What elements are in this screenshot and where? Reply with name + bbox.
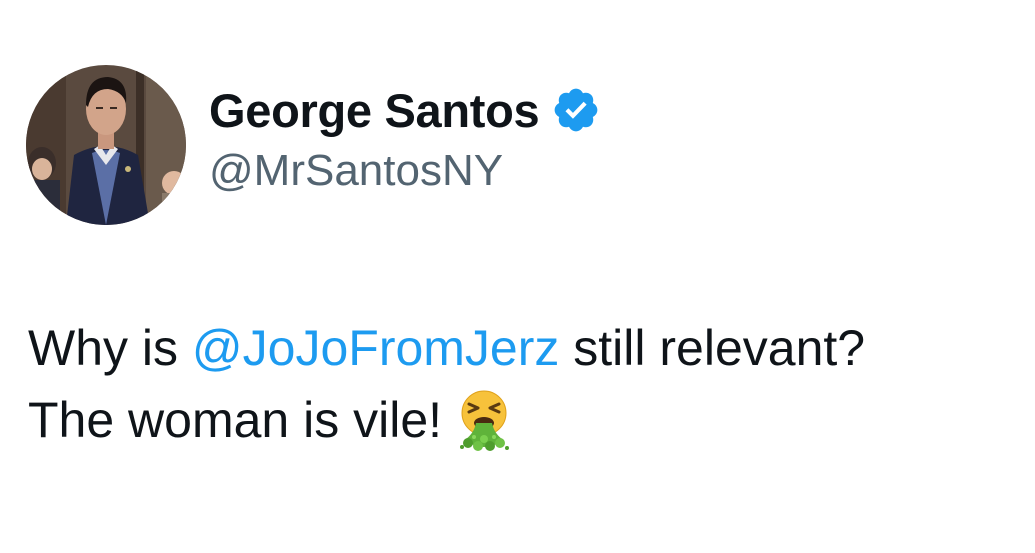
tweet-text-suffix: still relevant? [559, 320, 866, 376]
tweet-line-2: The woman is vile! [28, 384, 1018, 456]
author-handle[interactable]: @MrSantosNY [209, 146, 503, 196]
author-name-row: George Santos [209, 80, 601, 140]
tweet-text-prefix: Why is [28, 320, 192, 376]
avatar[interactable] [26, 65, 186, 225]
tweet-text-line2: The woman is vile! [28, 392, 443, 448]
author-display-name[interactable]: George Santos [209, 83, 540, 138]
tweet-body: Why is @JoJoFromJerz still relevant? The… [28, 312, 1018, 456]
mention-link[interactable]: @JoJoFromJerz [192, 320, 559, 376]
vomiting-face-emoji-icon [452, 387, 516, 451]
tweet-line-1: Why is @JoJoFromJerz still relevant? [28, 312, 1018, 384]
verified-badge-icon [551, 85, 601, 135]
avatar-photo [26, 65, 186, 225]
tweet-card: George Santos @MrSantosNY Why is @JoJoFr… [0, 0, 1035, 553]
